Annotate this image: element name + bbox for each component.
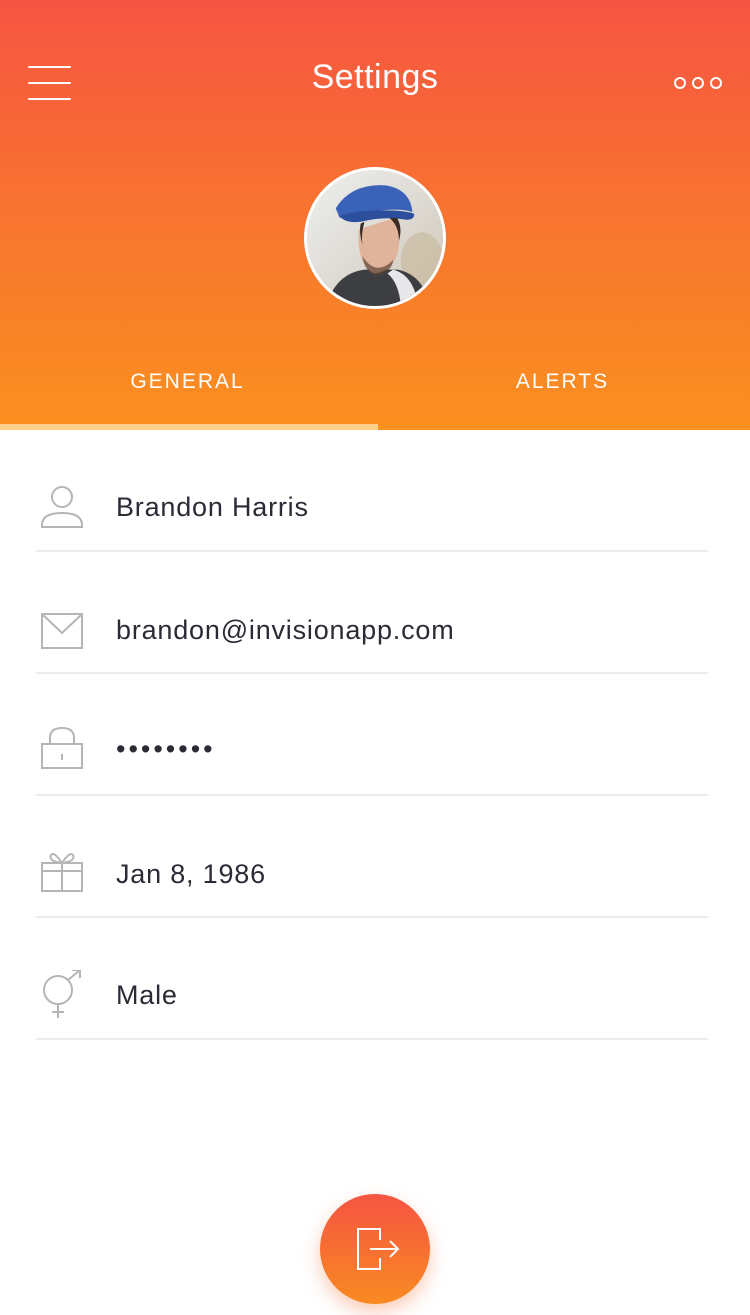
birthday-value[interactable]: Jan 8, 1986 bbox=[116, 859, 266, 890]
page-title: Settings bbox=[311, 58, 439, 96]
tab-alerts[interactable]: ALERTS bbox=[375, 370, 750, 394]
avatar-photo bbox=[307, 170, 443, 306]
gender-value[interactable]: Male bbox=[116, 980, 178, 1011]
name-field-row[interactable]: Brandon Harris bbox=[36, 430, 708, 552]
email-value[interactable]: brandon@invisionapp.com bbox=[116, 615, 455, 646]
logout-icon bbox=[357, 1228, 400, 1270]
tab-general[interactable]: GENERAL bbox=[0, 370, 375, 394]
mail-icon bbox=[40, 609, 84, 653]
gender-field-row[interactable]: Male bbox=[36, 918, 708, 1040]
email-field-row[interactable]: brandon@invisionapp.com bbox=[36, 552, 708, 674]
lock-icon bbox=[40, 726, 84, 770]
logout-button[interactable] bbox=[320, 1194, 430, 1304]
more-options-icon[interactable] bbox=[672, 74, 724, 94]
password-field-row[interactable]: •••••••• bbox=[36, 674, 708, 796]
password-value[interactable]: •••••••• bbox=[116, 734, 216, 765]
user-icon bbox=[40, 485, 84, 529]
gift-icon bbox=[40, 849, 84, 893]
gender-icon bbox=[40, 970, 84, 1020]
name-value[interactable]: Brandon Harris bbox=[116, 492, 309, 523]
avatar[interactable] bbox=[304, 167, 446, 309]
birthday-field-row[interactable]: Jan 8, 1986 bbox=[36, 796, 708, 918]
header: Settings GENERAL ALERTS bbox=[0, 0, 750, 430]
